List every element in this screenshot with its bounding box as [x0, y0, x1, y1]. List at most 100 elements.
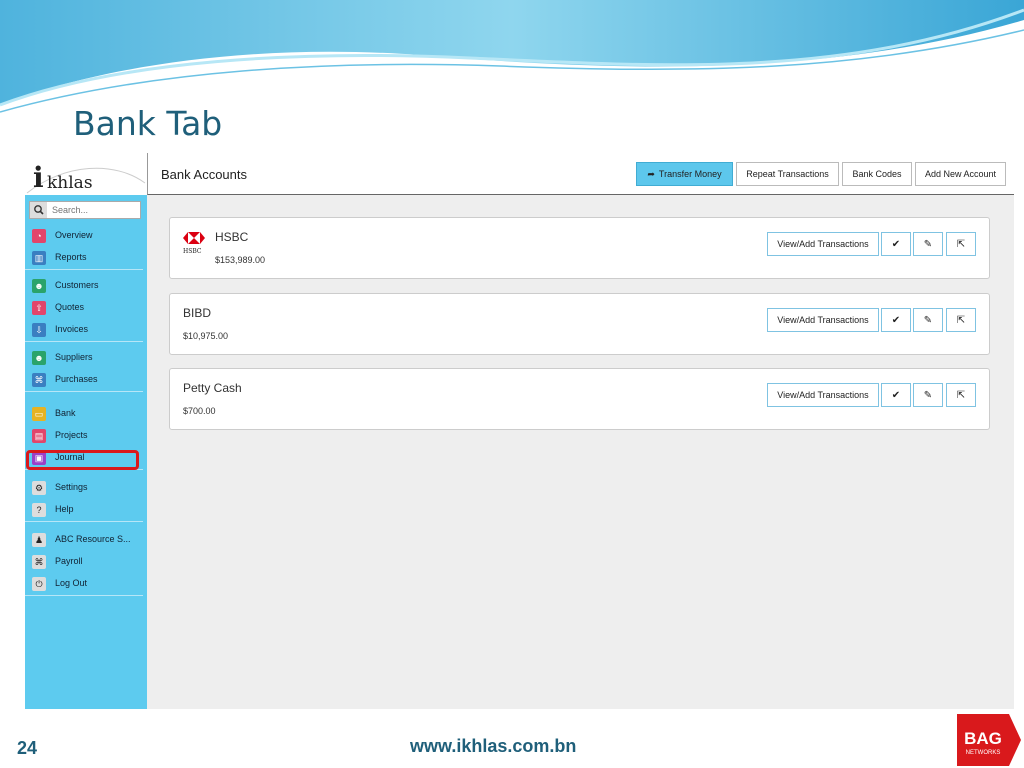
- header-wave-decoration: [0, 0, 1024, 113]
- sidebar-item-overview[interactable]: ◔ Overview: [25, 225, 143, 247]
- check-button[interactable]: ✔: [881, 308, 911, 332]
- share-button[interactable]: ⇱: [946, 308, 976, 332]
- bag-logo-subtext: NETWORKS: [966, 750, 1001, 756]
- sidebar-item-bank[interactable]: ▭ Bank: [25, 403, 143, 425]
- repeat-transactions-button[interactable]: Repeat Transactions: [736, 162, 839, 186]
- search-box[interactable]: [29, 201, 141, 219]
- sidebar-item-invoices[interactable]: ⇩ Invoices: [25, 319, 143, 341]
- arrow-right-icon: ➦: [647, 168, 655, 179]
- bank-highlight-annotation: [26, 450, 139, 470]
- transfer-money-button[interactable]: ➦ Transfer Money: [636, 162, 733, 186]
- user-icon: ♟: [32, 533, 46, 547]
- sidebar-item-purchases[interactable]: ⌘ Purchases: [25, 369, 143, 391]
- sidebar-item-log-out[interactable]: ⏻ Log Out: [25, 573, 143, 595]
- sidebar-item-payroll[interactable]: ⌘ Payroll: [25, 551, 143, 573]
- pencil-icon: ✎: [923, 238, 933, 250]
- sidebar-item-label: Log Out: [55, 578, 88, 588]
- sidebar-item-help[interactable]: ? Help: [25, 499, 143, 521]
- check-button[interactable]: ✔: [881, 232, 911, 256]
- pencil-icon: ✎: [923, 314, 933, 326]
- sidebar-item-label: Bank: [55, 408, 76, 418]
- briefcase-icon: ▤: [32, 429, 46, 443]
- sidebar-group: ☻ Suppliers ⌘ Purchases: [25, 347, 143, 392]
- users-icon: ☻: [32, 351, 46, 365]
- check-button[interactable]: ✔: [881, 383, 911, 407]
- slide-title: Bank Tab: [73, 104, 223, 143]
- sidebar-item-label: Payroll: [55, 556, 83, 566]
- sidebar-item-customers[interactable]: ☻ Customers: [25, 275, 143, 297]
- tag-icon: ⌘: [32, 373, 46, 387]
- bank-account-card-bibd: BIBD $10,975.00 View/Add Transactions ✔ …: [169, 293, 990, 355]
- add-new-account-button[interactable]: Add New Account: [915, 162, 1006, 186]
- bank-account-card-hsbc: HSBC HSBC $153,989.00 View/Add Transacti…: [169, 217, 990, 279]
- bank-codes-button[interactable]: Bank Codes: [842, 162, 912, 186]
- hsbc-logo-text: HSBC: [183, 248, 202, 255]
- edit-button[interactable]: ✎: [913, 232, 943, 256]
- sidebar-item-label: Quotes: [55, 302, 85, 312]
- bank-name: BIBD: [183, 306, 212, 320]
- share-icon: ⇱: [956, 238, 966, 250]
- edit-button[interactable]: ✎: [913, 383, 943, 407]
- sidebar-item-settings[interactable]: ⚙ Settings: [25, 477, 143, 499]
- bank-balance: $10,975.00: [183, 331, 229, 341]
- sidebar-group: ⚙ Settings? Help: [25, 477, 143, 522]
- logo-wordmark: khlas: [47, 173, 93, 193]
- view-add-transactions-button[interactable]: View/Add Transactions: [767, 308, 879, 332]
- sidebar-item-label: Settings: [55, 482, 88, 492]
- transfer-money-label: Transfer Money: [658, 168, 722, 179]
- share-button[interactable]: ⇱: [946, 383, 976, 407]
- search-input[interactable]: [52, 203, 138, 217]
- tag-icon: ⌘: [32, 555, 46, 569]
- gear-icon: ⚙: [32, 481, 46, 495]
- bank-account-card-petty-cash: Petty Cash $700.00 View/Add Transactions…: [169, 368, 990, 430]
- sidebar-item-suppliers[interactable]: ☻ Suppliers: [25, 347, 143, 369]
- check-icon: ✔: [891, 389, 901, 401]
- pencil-icon: ✎: [923, 389, 933, 401]
- hsbc-logo-icon: HSBC: [183, 231, 207, 255]
- slide-page-number: 24: [17, 738, 38, 758]
- sidebar-item-label: Invoices: [55, 324, 89, 334]
- share-icon: ⇱: [956, 314, 966, 326]
- sidebar: ◔ Overview ▥ Reports ☻ Customers ⇧ Quotes ⇩ Invoi…: [25, 195, 147, 709]
- sidebar-item-reports[interactable]: ▥ Reports: [25, 247, 143, 269]
- view-add-transactions-button[interactable]: View/Add Transactions: [767, 383, 879, 407]
- search-icon[interactable]: [30, 202, 47, 218]
- sidebar-item-label: Customers: [55, 280, 99, 290]
- sidebar-item-label: Suppliers: [55, 352, 93, 362]
- bag-networks-logo: BAG NETWORKS: [957, 714, 1021, 766]
- page-title: Bank Accounts: [161, 167, 247, 182]
- sidebar-item-projects[interactable]: ▤ Projects: [25, 425, 143, 447]
- gauge-icon: ◔: [32, 229, 46, 243]
- sidebar-item-label: ABC Resource S...: [55, 534, 131, 544]
- ikhlas-logo[interactable]: i khlas: [25, 153, 147, 195]
- page-header: Bank Accounts ➦ Transfer Money Repeat Tra…: [147, 153, 1014, 195]
- bank-balance: $153,989.00: [215, 255, 266, 265]
- sidebar-item-abc-resource-s[interactable]: ♟ ABC Resource S...: [25, 529, 143, 551]
- sidebar-item-quotes[interactable]: ⇧ Quotes: [25, 297, 143, 319]
- share-button[interactable]: ⇱: [946, 232, 976, 256]
- edit-button[interactable]: ✎: [913, 308, 943, 332]
- sidebar-item-label: Help: [55, 504, 74, 514]
- sidebar-group: ◔ Overview ▥ Reports: [25, 225, 143, 270]
- sidebar-item-label: Reports: [55, 252, 87, 262]
- question-icon: ?: [32, 503, 46, 517]
- power-icon: ⏻: [32, 577, 46, 591]
- share-icon: ⇱: [956, 389, 966, 401]
- check-icon: ✔: [891, 238, 901, 250]
- inbox-download-icon: ⇩: [32, 323, 46, 337]
- inbox-upload-icon: ⇧: [32, 301, 46, 315]
- card-icon: ▭: [32, 407, 46, 421]
- main-content: HSBC HSBC $153,989.00 View/Add Transacti…: [147, 195, 1014, 709]
- sidebar-group: ☻ Customers ⇧ Quotes ⇩ Invoices: [25, 275, 143, 342]
- sidebar-item-label: Projects: [55, 430, 88, 440]
- sidebar-group: ♟ ABC Resource S... ⌘ Payroll ⏻ Log Out: [25, 529, 143, 596]
- footer-url: www.ikhlas.com.bn: [410, 736, 577, 756]
- chart-icon: ▥: [32, 251, 46, 265]
- bank-name: HSBC: [215, 230, 249, 244]
- view-add-transactions-button[interactable]: View/Add Transactions: [767, 232, 879, 256]
- sidebar-item-label: Purchases: [55, 374, 98, 384]
- users-icon: ☻: [32, 279, 46, 293]
- sidebar-item-label: Overview: [55, 230, 93, 240]
- app-window: i khlas ◔ Overview ▥ Reports ☻ Customers ⇧ Quot…: [25, 153, 1014, 709]
- logo-letter-i: i: [33, 161, 44, 194]
